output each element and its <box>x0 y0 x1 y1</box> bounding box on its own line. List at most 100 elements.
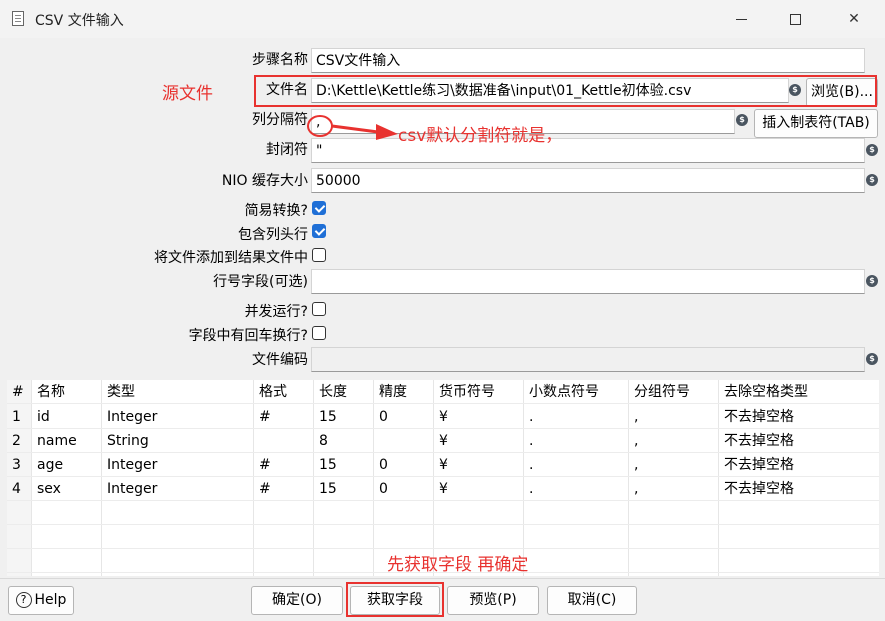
filename-highlight-box <box>254 75 877 107</box>
encoding-select[interactable] <box>311 347 865 372</box>
close-button[interactable]: ✕ <box>831 4 877 34</box>
table-cell: 4 <box>12 481 21 497</box>
table-cell: 不去掉空格 <box>724 481 794 497</box>
fields-table: # 名称 类型 格式 长度 精度 货币符号 小数点符号 分组符号 去除空格类型 … <box>7 380 879 576</box>
table-cell: 不去掉空格 <box>724 457 794 473</box>
table-cell: Integer <box>107 481 158 497</box>
table-cell: 2 <box>12 433 21 449</box>
cancel-button[interactable]: 取消(C) <box>547 586 637 615</box>
table-cell: 0 <box>379 481 388 497</box>
table-cell: 3 <box>12 457 21 473</box>
table-header-cell: # <box>12 384 24 400</box>
add-filename-checkbox[interactable] <box>312 248 326 262</box>
table-header-cell: 小数点符号 <box>529 384 599 400</box>
table-header-cell: 分组符号 <box>634 384 690 400</box>
table-cell: Integer <box>107 457 158 473</box>
table-cell: 1 <box>12 409 21 425</box>
table-cell: 15 <box>319 457 337 473</box>
newline-checkbox[interactable] <box>312 326 326 340</box>
nio-buffer-input[interactable]: 50000 <box>311 168 865 193</box>
variable-icon[interactable]: $ <box>866 144 878 156</box>
table-header-cell: 名称 <box>37 384 65 400</box>
table-row[interactable]: 3 age Integer # 15 0 ¥ . , 不去掉空格 <box>7 453 879 477</box>
get-fields-highlight-box <box>346 582 444 617</box>
variable-icon[interactable]: $ <box>866 353 878 365</box>
table-header-cell: 类型 <box>107 384 135 400</box>
minimize-icon <box>735 18 747 20</box>
help-button[interactable]: ? Help <box>8 586 74 615</box>
variable-icon[interactable]: $ <box>866 275 878 287</box>
table-cell: ¥ <box>439 457 448 473</box>
table-header-cell: 长度 <box>319 384 347 400</box>
rownum-field-input[interactable] <box>311 269 865 294</box>
header-row-label: 包含列头行 <box>238 227 308 243</box>
table-cell: , <box>634 457 639 473</box>
delimiter-label: 列分隔符 <box>252 112 308 128</box>
maximize-button[interactable] <box>772 4 818 34</box>
nio-buffer-label: NIO 缓存大小 <box>221 173 308 189</box>
parallel-label: 并发运行? <box>244 304 308 320</box>
close-icon: ✕ <box>848 11 860 27</box>
step-name-input[interactable]: CSV文件输入 <box>311 48 865 73</box>
table-row[interactable]: 1 id Integer # 15 0 ¥ . , 不去掉空格 <box>7 405 879 429</box>
table-cell: , <box>634 409 639 425</box>
table-row[interactable]: 4 sex Integer # 15 0 ¥ . , 不去掉空格 <box>7 477 879 501</box>
help-icon: ? <box>15 592 32 608</box>
get-fields-annotation: 先获取字段 再确定 <box>387 555 529 575</box>
table-cell: ¥ <box>439 433 448 449</box>
table-cell: Integer <box>107 409 158 425</box>
lazy-conversion-checkbox[interactable] <box>312 201 326 215</box>
table-cell: , <box>634 481 639 497</box>
parallel-checkbox[interactable] <box>312 302 326 316</box>
table-cell: 不去掉空格 <box>724 433 794 449</box>
table-header: # 名称 类型 格式 长度 精度 货币符号 小数点符号 分组符号 去除空格类型 <box>7 380 879 404</box>
table-cell: . <box>529 457 534 473</box>
table-cell: name <box>37 433 77 449</box>
step-name-label: 步骤名称 <box>252 52 308 68</box>
table-cell: 不去掉空格 <box>724 409 794 425</box>
variable-icon[interactable]: $ <box>736 114 748 126</box>
enclosure-label: 封闭符 <box>266 142 308 158</box>
table-cell: 15 <box>319 481 337 497</box>
rownum-field-label: 行号字段(可选) <box>213 274 308 290</box>
preview-button[interactable]: 预览(P) <box>447 586 539 615</box>
table-cell: 15 <box>319 409 337 425</box>
table-cell: # <box>259 481 271 497</box>
table-header-cell: 去除空格类型 <box>724 384 808 400</box>
table-header-cell: 精度 <box>379 384 407 400</box>
delimiter-annotation: csv默认分割符就是， <box>398 126 563 146</box>
add-filename-label: 将文件添加到结果文件中 <box>154 250 308 266</box>
table-cell: . <box>529 433 534 449</box>
annotation-arrow <box>307 115 398 140</box>
encoding-label: 文件编码 <box>252 352 308 368</box>
maximize-icon <box>789 13 801 25</box>
ok-button[interactable]: 确定(O) <box>251 586 343 615</box>
lazy-conversion-label: 简易转换? <box>244 203 308 219</box>
table-row <box>7 501 879 525</box>
table-header-cell: 格式 <box>259 384 287 400</box>
minimize-button[interactable] <box>718 4 764 34</box>
table-cell: ¥ <box>439 409 448 425</box>
header-row-checkbox[interactable] <box>312 224 326 238</box>
table-cell: sex <box>37 481 61 497</box>
help-label: Help <box>34 592 67 608</box>
insert-tab-button[interactable]: 插入制表符(TAB) <box>754 109 878 138</box>
title-bar: CSV 文件输入 ✕ <box>0 0 885 38</box>
document-icon <box>12 11 24 26</box>
table-cell: # <box>259 457 271 473</box>
table-cell: 0 <box>379 457 388 473</box>
table-row <box>7 525 879 549</box>
table-cell: id <box>37 409 50 425</box>
divider <box>0 578 885 579</box>
table-cell: . <box>529 409 534 425</box>
table-cell: 8 <box>319 433 328 449</box>
table-cell: ¥ <box>439 481 448 497</box>
table-cell: . <box>529 481 534 497</box>
window-title: CSV 文件输入 <box>35 13 124 29</box>
table-row[interactable]: 2 name String 8 ¥ . , 不去掉空格 <box>7 429 879 453</box>
variable-icon[interactable]: $ <box>866 174 878 186</box>
table-cell: , <box>634 433 639 449</box>
source-file-annotation: 源文件 <box>162 84 213 104</box>
newline-label: 字段中有回车换行? <box>188 328 308 344</box>
table-cell: # <box>259 409 271 425</box>
